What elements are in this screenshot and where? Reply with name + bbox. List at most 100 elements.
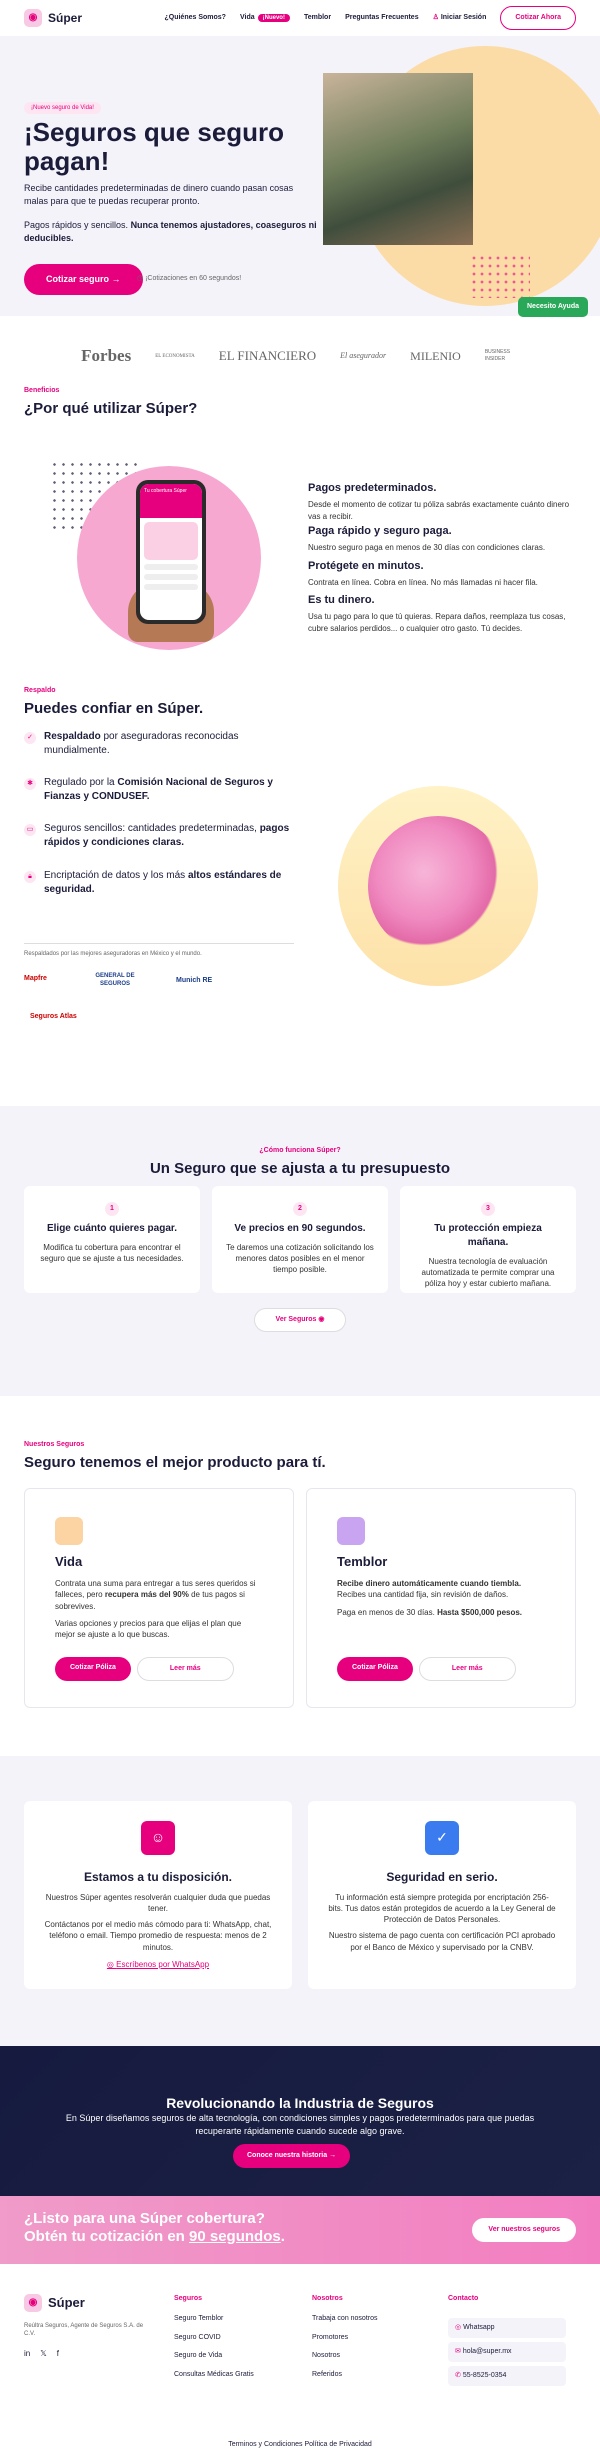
see-our-insurance-button[interactable]: Ver nuestros seguros <box>472 2218 576 2242</box>
product-card-vida: Vida Contrata una suma para entregar a t… <box>24 1488 294 1708</box>
step-text: Nuestra tecnología de evaluación automat… <box>421 1257 555 1289</box>
whatsapp-link[interactable]: ◎ Escríbenos por WhatsApp <box>107 1960 209 1969</box>
footer-heading: Nosotros <box>312 2295 343 2302</box>
step-card: 1 Elige cuánto quieres pagar. Modifica tu … <box>24 1186 200 1293</box>
nav-vida[interactable]: Vida ¡Nuevo! <box>240 13 290 23</box>
check-icon: ✓ <box>24 732 36 744</box>
mail-icon: ✉ <box>455 2348 463 2355</box>
footer-link[interactable]: Referidos <box>312 2370 378 2380</box>
trust-item: ✱ Regulado por la Comisión Nacional de Se… <box>24 776 294 804</box>
read-more-button[interactable]: Leer más <box>418 1657 516 1681</box>
trust-item-text: Respaldado por aseguradoras reconocidas … <box>44 730 294 758</box>
footer-link[interactable]: Seguro de Vida <box>174 2351 254 2361</box>
terms-link[interactable]: Terminos y Condiciones <box>228 2441 302 2448</box>
help-button[interactable]: Necesito Ayuda <box>518 297 588 317</box>
product-text: Paga en menos de 30 días. Hasta $500,000… <box>337 1607 545 1618</box>
footer-link[interactable]: Seguro Temblor <box>174 2314 254 2324</box>
facebook-icon[interactable]: f <box>57 2348 59 2359</box>
footer-link[interactable]: Seguro COVID <box>174 2333 254 2343</box>
lock-icon: 🔒︎ <box>24 871 36 883</box>
quote-now-button[interactable]: Cotizar Ahora <box>500 6 576 30</box>
benefit-text: Desde el momento de cotizar tu póliza sa… <box>308 500 570 521</box>
cta-banner: ¿Listo para una Súper cobertura? Obtén tu… <box>0 2196 600 2264</box>
benefit-text: Contrata en línea. Cobra en línea. No má… <box>308 578 538 588</box>
phone-screen: Tu cobertura Súper <box>140 484 202 620</box>
phone-row <box>144 574 198 580</box>
benefits-title: ¿Por qué utilizar Súper? <box>24 400 198 417</box>
footer-link[interactable]: Trabaja con nosotros <box>312 2314 378 2324</box>
benefit-item: Es tu dinero. Usa tu pago para lo que tú … <box>308 593 578 634</box>
arrow-right-icon: → <box>329 2152 337 2159</box>
contact-email[interactable]: ✉ hola@super.mx <box>448 2342 566 2362</box>
dots-decoration <box>470 254 530 298</box>
twitter-icon[interactable]: 𝕏 <box>40 2348 46 2359</box>
footer-link[interactable]: Consultas Médicas Gratis <box>174 2370 254 2380</box>
footer-link[interactable]: Promotores <box>312 2333 378 2343</box>
step-text: Modifica tu cobertura para encontrar el … <box>40 1243 184 1264</box>
step-title: Ve precios en 90 segundos. <box>234 1223 366 1234</box>
nav-faq[interactable]: Preguntas Frecuentes <box>345 13 419 23</box>
cta-line-1: ¿Listo para una Súper cobertura? <box>24 2210 265 2227</box>
footer-column-nosotros: Nosotros Trabaja con nosotros Promotores… <box>312 2294 378 2389</box>
clock-icon: ◷ <box>137 275 146 282</box>
gear-icon: ✱ <box>24 778 36 790</box>
product-title: Temblor <box>337 1554 388 1569</box>
heart-icon <box>55 1517 83 1545</box>
agent-icon: ☺ <box>141 1821 175 1855</box>
nav-temblor[interactable]: Temblor <box>304 13 331 23</box>
new-badge: ¡Nuevo! <box>257 14 290 23</box>
step-title: Elige cuánto quieres pagar. <box>46 1223 178 1234</box>
cta-banner-title: ¿Listo para una Súper cobertura? Obtén tu… <box>24 2210 285 2246</box>
quote-insurance-button[interactable]: Cotizar seguro → <box>24 264 143 295</box>
phone-header: Tu cobertura Súper <box>140 484 202 518</box>
benefit-title: Paga rápido y seguro paga. <box>308 525 452 537</box>
footer-logo-text: Súper <box>48 2295 85 2310</box>
whatsapp-icon: ◎ <box>106 1959 117 1969</box>
contact-phone[interactable]: ✆ 55-8525-0354 <box>448 2366 566 2386</box>
login-label: Iniciar Sesión <box>440 14 487 22</box>
product-text-a: Recibes una cantidad fija, sin revisión … <box>337 1590 509 1600</box>
step-card: 3 Tu protección empieza mañana. Nuestra te… <box>400 1186 576 1293</box>
benefit-title: Protégete en minutos. <box>308 560 424 572</box>
shield-icon: ✓ <box>425 1821 459 1855</box>
step-title: Tu protección empieza mañana. <box>434 1223 542 1248</box>
product-text-b: Hasta $500,000 pesos. <box>437 1607 523 1617</box>
story-section: Revolucionando la Industria de Seguros E… <box>0 2046 600 2196</box>
see-insurance-label: Ver Seguros <box>275 1316 317 1323</box>
nav-login[interactable]: ♙ Iniciar Sesión <box>433 13 487 23</box>
our-story-label: Conoce nuestra historia <box>247 2152 328 2159</box>
contact-label: 55-8525-0354 <box>462 2372 507 2379</box>
quote-insurance-label: Cotizar seguro <box>46 274 110 284</box>
press-logos: Forbes EL ECONOMISTA EL FINANCIERO El as… <box>0 326 600 386</box>
see-insurance-button[interactable]: Ver Seguros ◉ <box>254 1308 346 1332</box>
step-text: Te daremos una cotización solicitando lo… <box>226 1243 374 1275</box>
products-title: Seguro tenemos el mejor producto para tí… <box>24 1454 326 1471</box>
privacy-link[interactable]: Política de Privacidad <box>304 2441 371 2448</box>
story-title: Revolucionando la Industria de Seguros <box>166 2095 434 2111</box>
how-it-works-section: ¿Cómo funciona Súper? Un Seguro que se a… <box>0 1106 600 1396</box>
contact-label: Whatsapp <box>463 2324 495 2331</box>
nav-quienes-somos[interactable]: ¿Quiénes Somos? <box>164 13 225 23</box>
message-icon: ▭ <box>24 824 36 836</box>
support-text: Contáctanos por el medio más cómodo para… <box>44 1920 272 1952</box>
footer-heading: Seguros <box>174 2295 203 2302</box>
our-story-button[interactable]: Conoce nuestra historia → <box>233 2144 351 2168</box>
product-text: Varias opciones y precios para que elija… <box>55 1618 242 1639</box>
quote-time-note: ◷ ¡Cotizaciones en 60 segundos! <box>137 274 241 284</box>
footer-link[interactable]: Nosotros <box>312 2351 378 2361</box>
trust-title: Puedes confiar en Súper. <box>24 700 204 717</box>
footer-logo[interactable]: ◉ Súper <box>24 2294 85 2313</box>
hero-section: ¡Nuevo seguro de Vida! ¡Seguros que segu… <box>0 36 600 316</box>
linkedin-icon[interactable]: in <box>24 2348 30 2359</box>
quote-policy-button[interactable]: Cotizar Póliza <box>55 1657 131 1681</box>
logo[interactable]: ◉ Súper <box>24 9 82 27</box>
arrow-right-icon: → <box>111 274 121 284</box>
trust-item: ✓ Respaldado por aseguradoras reconocidas… <box>24 730 294 758</box>
benefit-item: Paga rápido y seguro paga. Nuestro seguro… <box>308 524 578 554</box>
quote-policy-button[interactable]: Cotizar Póliza <box>337 1657 413 1681</box>
product-text-b: recupera más del 90% <box>104 1590 189 1600</box>
story-text: En Súper diseñamos seguros de alta tecno… <box>65 2113 535 2136</box>
read-more-button[interactable]: Leer más <box>136 1657 234 1681</box>
contact-whatsapp[interactable]: ◎ Whatsapp <box>448 2318 566 2338</box>
benefit-item: Protégete en minutos. Contrata en línea. … <box>308 559 578 589</box>
